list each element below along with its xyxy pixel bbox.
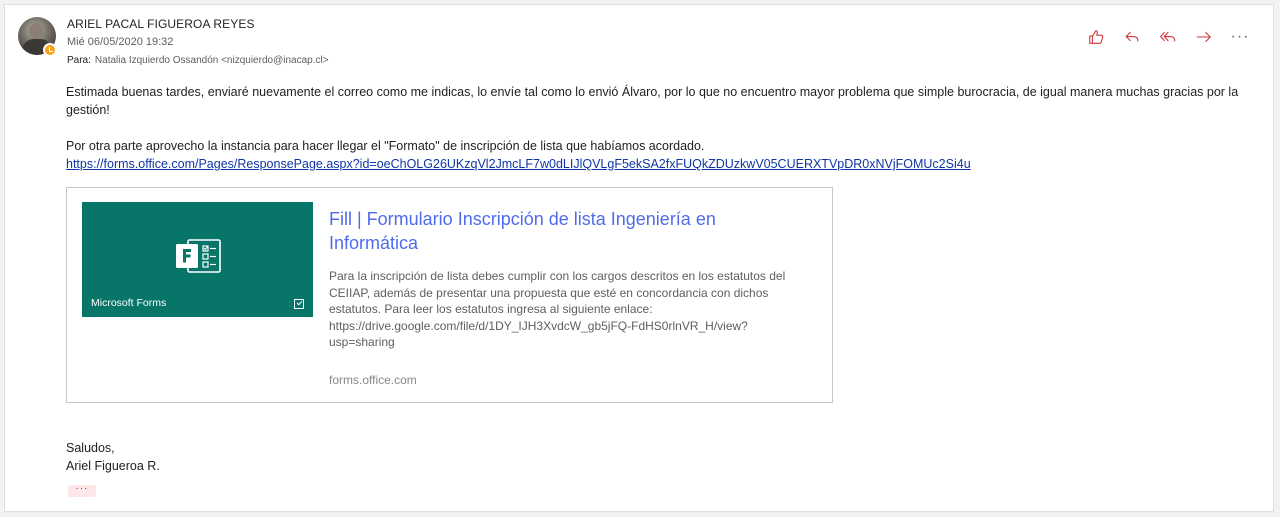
- message-date: Mié 06/05/2020 19:32: [67, 36, 174, 48]
- forward-icon: [1196, 31, 1211, 43]
- preview-domain: forms.office.com: [329, 373, 417, 387]
- recipient-value[interactable]: Natalia Izquierdo Ossandón <nizquierdo@i…: [95, 55, 329, 66]
- signature-line: Saludos,: [66, 441, 115, 455]
- avatar-face: [29, 23, 43, 39]
- reply-all-icon: [1160, 31, 1176, 42]
- forward-button[interactable]: [1193, 26, 1215, 48]
- microsoft-forms-icon: [176, 239, 221, 273]
- message-body: Estimada buenas tardes, enviaré nuevamen…: [66, 83, 1256, 173]
- preview-description: Para la inscripción de lista debes cumpl…: [329, 269, 786, 349]
- preview-title[interactable]: Fill | Formulario Inscripción de lista I…: [329, 207, 769, 255]
- sender-name[interactable]: ARIEL PACAL FIGUEROA REYES: [67, 17, 255, 31]
- to-label: Para:: [67, 55, 91, 66]
- more-icon: ···: [1230, 28, 1250, 45]
- preview-thumb-label: Microsoft Forms: [91, 297, 167, 309]
- reply-button[interactable]: [1121, 26, 1143, 48]
- like-icon: [1089, 30, 1104, 44]
- reply-all-button[interactable]: [1157, 26, 1179, 48]
- message-actions: ···: [1085, 26, 1251, 48]
- signature-line: Ariel Figueroa R.: [66, 459, 160, 473]
- link-preview-card[interactable]: Microsoft Forms Fill | Formulario Inscri…: [66, 187, 833, 403]
- body-paragraph: Estimada buenas tardes, enviaré nuevamen…: [66, 85, 1239, 117]
- message-card: ARIEL PACAL FIGUEROA REYES Mié 06/05/202…: [4, 4, 1274, 512]
- forms-link[interactable]: https://forms.office.com/Pages/ResponseP…: [66, 157, 971, 171]
- presence-away-icon: [43, 43, 57, 57]
- checkbox-icon: [294, 299, 304, 309]
- show-trimmed-content-button[interactable]: ···: [68, 484, 96, 497]
- body-paragraph: Por otra parte aprovecho la instancia pa…: [66, 139, 705, 153]
- recipient-line: Para: Natalia Izquierdo Ossandón <nizquie…: [67, 55, 329, 66]
- more-actions-button[interactable]: ···: [1229, 26, 1251, 48]
- reply-icon: [1125, 31, 1139, 42]
- signature: Saludos, Ariel Figueroa R.: [66, 439, 160, 475]
- preview-thumbnail: Microsoft Forms: [82, 202, 313, 317]
- like-button[interactable]: [1085, 26, 1107, 48]
